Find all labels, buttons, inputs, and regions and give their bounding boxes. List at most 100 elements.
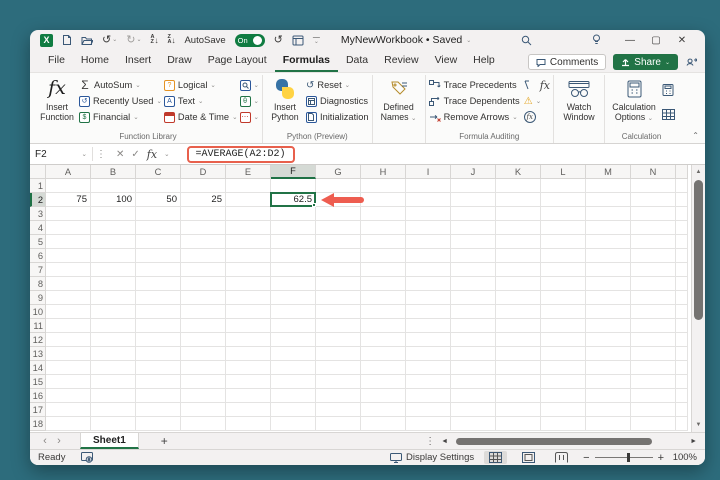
cell-grid[interactable]: A B C D E F G H I J K L M N 1 2 75 100 50 25 62.5 3 4 5 6 7 8 9 10 11… [30,165,691,432]
cell-F10[interactable] [271,305,316,319]
cell-H10[interactable] [361,305,406,319]
cell-D1[interactable] [181,179,226,193]
cell-J15[interactable] [451,375,496,389]
maximize-button[interactable]: ▢ [643,35,669,46]
cell-J10[interactable] [451,305,496,319]
zoom-slider-thumb[interactable] [626,453,630,462]
cell-B7[interactable] [91,263,136,277]
cell-C6[interactable] [136,249,181,263]
cell-L15[interactable] [541,375,586,389]
cell-H14[interactable] [361,361,406,375]
cell-J4[interactable] [451,221,496,235]
date-time-button[interactable]: Date & Time ⌄ [163,110,238,124]
scroll-up-icon[interactable]: ▲ [692,169,705,175]
cell-A12[interactable] [46,333,91,347]
cell-H12[interactable] [361,333,406,347]
cell-K5[interactable] [496,235,541,249]
cell-A8[interactable] [46,277,91,291]
tab-file[interactable]: File [40,51,73,72]
redo-button[interactable]: ↻ ⌄ [126,34,141,46]
cell-B10[interactable] [91,305,136,319]
cell-D6[interactable] [181,249,226,263]
cell-I13[interactable] [406,347,451,361]
cell-L2[interactable] [541,193,586,207]
tab-view[interactable]: View [427,51,466,72]
lightbulb-icon[interactable] [583,34,609,46]
cell-E15[interactable] [226,375,271,389]
cell-K9[interactable] [496,291,541,305]
scrollbar-resizer[interactable]: ⋮ [425,436,436,447]
cell-A5[interactable] [46,235,91,249]
cell-K11[interactable] [496,319,541,333]
cell-F7[interactable] [271,263,316,277]
cell-M6[interactable] [586,249,631,263]
cell-L16[interactable] [541,389,586,403]
cell-L6[interactable] [541,249,586,263]
cell-partial[interactable] [676,207,688,221]
tab-formulas[interactable]: Formulas [274,51,338,72]
cell-H1[interactable] [361,179,406,193]
workbook-sync-icon[interactable] [292,35,304,46]
math-trig-button[interactable]: θ ⌄ [239,94,259,108]
cell-partial[interactable] [676,249,688,263]
cell-A18[interactable] [46,417,91,431]
cell-K10[interactable] [496,305,541,319]
cell-G15[interactable] [316,375,361,389]
cell-N15[interactable] [631,375,676,389]
cell-I18[interactable] [406,417,451,431]
cell-L4[interactable] [541,221,586,235]
cell-N9[interactable] [631,291,676,305]
tab-data[interactable]: Data [338,51,376,72]
cell-G6[interactable] [316,249,361,263]
cell-partial[interactable] [676,263,688,277]
cell-L7[interactable] [541,263,586,277]
cell-J3[interactable] [451,207,496,221]
row-header-4[interactable]: 4 [30,221,46,235]
cell-B9[interactable] [91,291,136,305]
cell-G13[interactable] [316,347,361,361]
cell-G14[interactable] [316,361,361,375]
cell-G12[interactable] [316,333,361,347]
horizontal-scrollbar[interactable] [453,437,685,446]
cell-M12[interactable] [586,333,631,347]
cell-J8[interactable] [451,277,496,291]
cell-E12[interactable] [226,333,271,347]
tab-page-layout[interactable]: Page Layout [200,51,275,72]
evaluate-formula-button[interactable]: fx [523,110,550,124]
python-diagnostics-button[interactable]: Diagnostics [305,94,369,108]
cell-J7[interactable] [451,263,496,277]
cell-N12[interactable] [631,333,676,347]
cell-F12[interactable] [271,333,316,347]
cell-H9[interactable] [361,291,406,305]
cell-partial[interactable] [676,193,688,207]
cell-A15[interactable] [46,375,91,389]
cell-B6[interactable] [91,249,136,263]
cell-E9[interactable] [226,291,271,305]
cell-J16[interactable] [451,389,496,403]
row-header-16[interactable]: 16 [30,389,46,403]
cell-B17[interactable] [91,403,136,417]
cell-K15[interactable] [496,375,541,389]
row-header-18[interactable]: 18 [30,417,46,431]
cell-G11[interactable] [316,319,361,333]
cell-D4[interactable] [181,221,226,235]
row-header-10[interactable]: 10 [30,305,46,319]
cell-H5[interactable] [361,235,406,249]
column-header-B[interactable]: B [91,165,136,179]
cell-E11[interactable] [226,319,271,333]
cell-N16[interactable] [631,389,676,403]
column-header-I[interactable]: I [406,165,451,179]
cell-J2[interactable] [451,193,496,207]
insert-python-button[interactable]: Insert Python [266,75,304,131]
cell-K4[interactable] [496,221,541,235]
column-header-F[interactable]: F [271,165,316,179]
cell-E14[interactable] [226,361,271,375]
cell-partial[interactable] [676,179,688,193]
comments-button[interactable]: Comments [527,54,607,70]
calculation-options-button[interactable]: Calculation Options ⌄ [608,75,660,131]
cell-partial[interactable] [676,277,688,291]
open-file-button[interactable] [81,35,93,46]
cell-G10[interactable] [316,305,361,319]
cell-A2[interactable]: 75 [46,193,91,207]
row-header-9[interactable]: 9 [30,291,46,305]
